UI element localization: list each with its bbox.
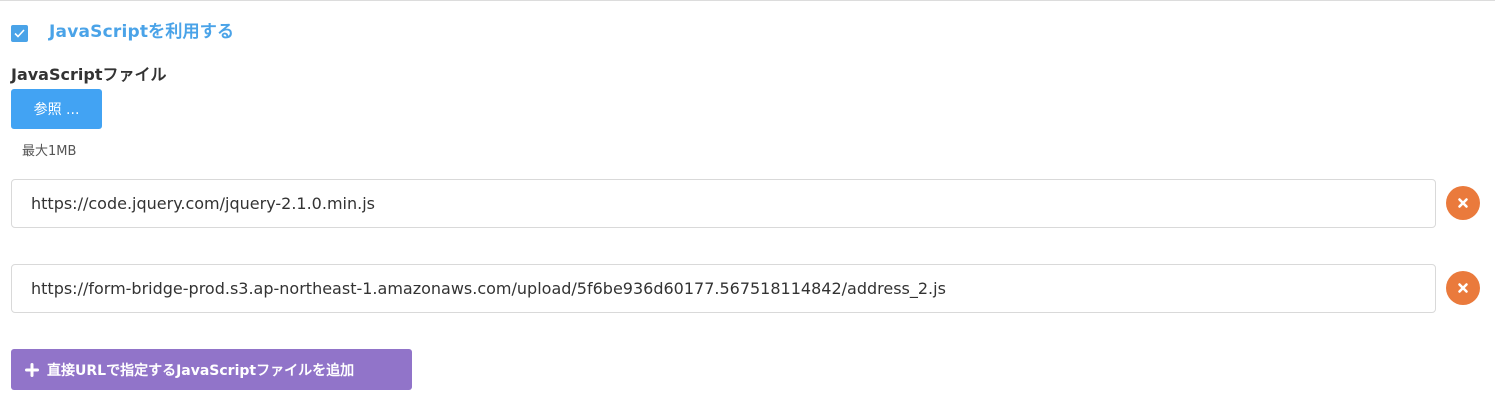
- js-enable-label[interactable]: JavaScriptを利用する: [49, 17, 234, 42]
- browse-button[interactable]: 参照 ...: [11, 89, 102, 129]
- plus-icon: [25, 362, 39, 377]
- remove-url-button-2[interactable]: [1446, 271, 1480, 305]
- close-icon: [1458, 198, 1468, 208]
- js-url-input-2[interactable]: [11, 264, 1436, 313]
- add-js-url-label: 直接URLで指定するJavaScriptファイルを追加: [47, 362, 355, 379]
- add-js-url-button[interactable]: 直接URLで指定するJavaScriptファイルを追加: [11, 349, 412, 390]
- checkmark-icon: [14, 28, 25, 38]
- js-enable-row[interactable]: JavaScriptを利用する: [11, 17, 234, 42]
- remove-url-button-1[interactable]: [1446, 186, 1480, 220]
- js-file-section-label: JavaScriptファイル: [11, 65, 167, 84]
- max-size-note: 最大1MB: [22, 144, 77, 159]
- js-url-input-1[interactable]: [11, 179, 1436, 228]
- js-enable-checkbox[interactable]: [11, 24, 28, 42]
- close-icon: [1458, 283, 1468, 293]
